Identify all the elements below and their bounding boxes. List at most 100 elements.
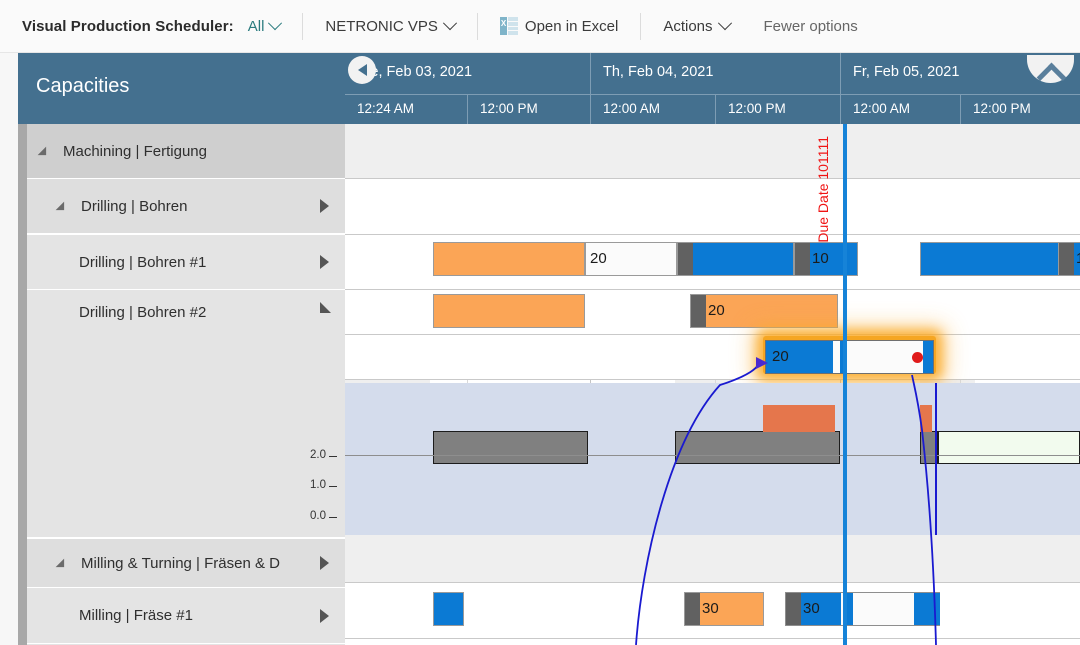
sidebar-item-drilling-group[interactable]: Drilling | Bohren bbox=[27, 179, 345, 233]
gantt-body[interactable]: 20 10 10 20 bbox=[345, 124, 1080, 645]
page-title: Visual Production Scheduler: bbox=[22, 18, 234, 35]
chevron-down-icon bbox=[717, 16, 731, 30]
histogram-bar bbox=[675, 431, 840, 464]
view-name: NETRONIC VPS bbox=[325, 18, 438, 35]
setup-block bbox=[678, 243, 693, 275]
drilling-2-histogram-panel: 2.0 1.0 0.0 bbox=[27, 335, 345, 537]
collapse-icon[interactable] bbox=[320, 302, 331, 313]
gantt-bar-orange[interactable] bbox=[433, 294, 585, 328]
gantt-bar-label: 20 bbox=[590, 249, 607, 269]
histogram-overload-bar bbox=[763, 405, 835, 432]
play-icon[interactable] bbox=[320, 199, 329, 213]
gantt-bar-operation[interactable]: 20 bbox=[585, 242, 677, 276]
sidebar-item-drilling-1[interactable]: Drilling | Bohren #1 bbox=[27, 235, 345, 289]
gantt-bar-label: 30 bbox=[803, 599, 820, 619]
histogram-available-bar bbox=[938, 431, 1080, 464]
toolbar-divider-2 bbox=[477, 13, 478, 40]
gantt-bar-segment bbox=[923, 341, 933, 373]
play-icon[interactable] bbox=[320, 556, 329, 570]
capacity-histogram bbox=[345, 383, 1080, 464]
view-dropdown[interactable]: NETRONIC VPS bbox=[325, 18, 455, 35]
filter-value: All bbox=[248, 18, 265, 35]
filter-dropdown[interactable]: All bbox=[248, 18, 281, 35]
sidebar-item-milling-1[interactable]: Milling | Fräse #1 bbox=[27, 588, 345, 643]
gantt-bar-blue[interactable]: 10 bbox=[1058, 242, 1080, 276]
sidebar-item-label: Machining | Fertigung bbox=[63, 143, 207, 160]
sidebar-item-label: Milling | Fräse #1 bbox=[79, 607, 193, 624]
sidebar-item-label: Drilling | Bohren #2 bbox=[79, 304, 206, 321]
setup-block bbox=[685, 593, 700, 625]
sidebar-item-label: Milling & Turning | Fräsen & D bbox=[81, 555, 280, 572]
histogram-axis-tick-0 bbox=[329, 517, 337, 518]
due-date-line bbox=[843, 124, 847, 645]
timeline-hour-4: 12:00 PM bbox=[715, 94, 840, 124]
sidebar-item-label: Drilling | Bohren #1 bbox=[79, 254, 206, 271]
gantt-bar-label: 30 bbox=[702, 599, 719, 619]
histogram-axis-tick-1 bbox=[329, 486, 337, 487]
histogram-footer-band bbox=[345, 464, 1080, 535]
setup-block bbox=[786, 593, 801, 625]
timeline-day-1: We, Feb 03, 2021 bbox=[345, 53, 590, 94]
actions-label: Actions bbox=[663, 18, 712, 35]
open-in-excel-button[interactable]: X Open in Excel bbox=[500, 17, 618, 35]
chevron-down-icon bbox=[268, 16, 282, 30]
gantt-bar-blue[interactable] bbox=[677, 242, 794, 276]
timeline-header: We, Feb 03, 2021 Th, Feb 04, 2021 Fr, Fe… bbox=[345, 53, 1080, 124]
triangle-down-icon[interactable] bbox=[59, 200, 72, 213]
red-dot-marker[interactable] bbox=[912, 352, 923, 363]
histogram-axis-label-1: 1.0 bbox=[310, 479, 326, 491]
gantt-bar-segment bbox=[846, 593, 853, 625]
histogram-baseline bbox=[345, 455, 1080, 456]
triangle-down-icon[interactable] bbox=[59, 557, 72, 570]
due-date-label: Due Date 101111 bbox=[815, 136, 831, 243]
setup-block bbox=[1059, 243, 1074, 275]
toolbar-divider-1 bbox=[302, 13, 303, 40]
sidebar-item-drilling-2[interactable]: Drilling | Bohren #2 bbox=[27, 290, 345, 335]
gantt-bar-blue[interactable]: 10 bbox=[794, 242, 858, 276]
sidebar-left-gutter bbox=[0, 53, 18, 645]
sidebar-item-machining[interactable]: Machining | Fertigung bbox=[27, 124, 345, 178]
capacity-marker-line bbox=[935, 383, 937, 535]
gantt-bar-selected[interactable]: 20 bbox=[765, 340, 934, 374]
setup-block bbox=[795, 243, 810, 275]
gantt-bar-label: 10 bbox=[812, 249, 829, 269]
gantt-bar-split[interactable]: 30 bbox=[785, 592, 940, 626]
gantt-row-drilling-2-alloc[interactable] bbox=[345, 335, 1080, 380]
arrow-left-icon[interactable] bbox=[348, 56, 376, 84]
gantt-bar-label: 20 bbox=[708, 301, 725, 321]
top-toolbar: Visual Production Scheduler: All NETRONI… bbox=[0, 0, 1080, 53]
play-icon[interactable] bbox=[320, 255, 329, 269]
sidebar-item-milling-group[interactable]: Milling & Turning | Fräsen & D bbox=[27, 539, 345, 587]
capacities-sidebar: Capacities Machining | Fertigung Drillin… bbox=[0, 53, 345, 645]
gantt-bar-blue[interactable] bbox=[433, 592, 464, 626]
histogram-axis-label-2: 2.0 bbox=[310, 449, 326, 461]
gantt-row-milling-group[interactable] bbox=[345, 535, 1080, 583]
gantt-bar-label: 10 bbox=[1076, 249, 1080, 269]
timeline-hour-6: 12:00 PM bbox=[960, 94, 1080, 124]
gantt-row-machining[interactable] bbox=[345, 124, 1080, 179]
triangle-down-icon[interactable] bbox=[41, 145, 54, 158]
timeline-hour-3: 12:00 AM bbox=[590, 94, 715, 124]
chevron-down-icon bbox=[443, 16, 457, 30]
histogram-axis-label-0: 0.0 bbox=[310, 510, 326, 522]
timeline-day-2: Th, Feb 04, 2021 bbox=[590, 53, 840, 94]
gantt-bar-segment bbox=[914, 593, 940, 625]
gantt-bar-orange[interactable]: 20 bbox=[690, 294, 838, 328]
sidebar-header-title: Capacities bbox=[36, 75, 129, 98]
gantt-bar-orange[interactable]: 30 bbox=[684, 592, 764, 626]
gantt-chart: We, Feb 03, 2021 Th, Feb 04, 2021 Fr, Fe… bbox=[345, 53, 1080, 645]
actions-dropdown[interactable]: Actions bbox=[663, 18, 729, 35]
gantt-bar-orange[interactable] bbox=[433, 242, 585, 276]
sidebar-header: Capacities bbox=[18, 53, 345, 124]
sidebar-scroll-rail[interactable] bbox=[18, 124, 27, 645]
setup-block bbox=[691, 295, 706, 327]
gantt-row-milling-2[interactable] bbox=[345, 639, 1080, 645]
timeline-hour-2: 12:00 PM bbox=[467, 94, 590, 124]
gantt-row-drilling-group[interactable] bbox=[345, 179, 1080, 235]
fewer-options-button[interactable]: Fewer options bbox=[764, 18, 858, 35]
gantt-bar-blue[interactable] bbox=[920, 242, 1065, 276]
play-icon[interactable] bbox=[320, 609, 329, 623]
excel-icon: X bbox=[500, 17, 518, 35]
histogram-axis-tick-2 bbox=[329, 456, 337, 457]
toolbar-divider-3 bbox=[640, 13, 641, 40]
